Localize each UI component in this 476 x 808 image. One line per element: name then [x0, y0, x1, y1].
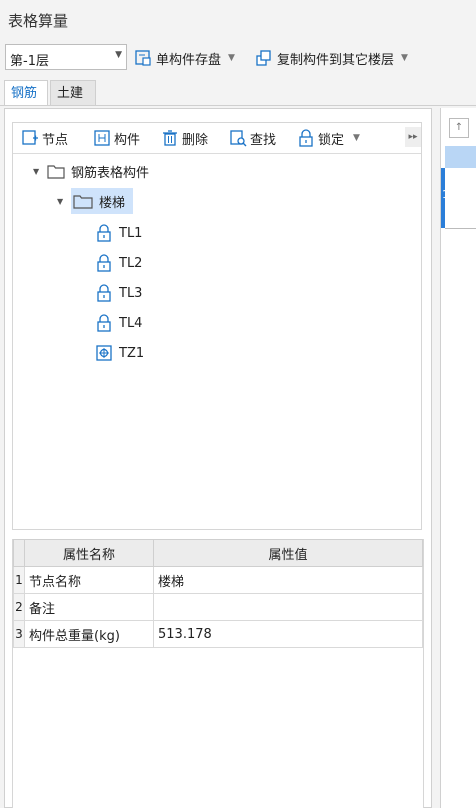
floor-select[interactable]: 第-1层 ▼	[5, 44, 127, 70]
grid-row[interactable]	[445, 168, 476, 229]
tree-item[interactable]: TL2	[95, 251, 142, 275]
component-plus-icon	[96, 345, 112, 361]
grid-row-number: 1	[442, 188, 449, 201]
property-value-cell[interactable]: 楼梯	[153, 566, 423, 594]
tree-item[interactable]: TZ1	[95, 341, 144, 365]
find-label: 查找	[250, 132, 277, 148]
floor-select-value: 第-1层	[10, 54, 49, 69]
save-icon	[135, 50, 151, 66]
tree-group-label: 楼梯	[99, 195, 126, 211]
delete-button[interactable]: 删除	[161, 129, 209, 148]
chevron-down-icon: ▼	[115, 50, 122, 60]
tree-item-label: TL2	[119, 255, 143, 271]
row-index: 2	[13, 593, 25, 621]
dropdown-arrow-icon: ▼	[228, 53, 235, 63]
add-node-icon	[22, 130, 38, 145]
find-button[interactable]: 查找	[229, 129, 277, 148]
grid-header	[445, 146, 476, 168]
tree-item[interactable]: TL3	[95, 281, 142, 305]
find-icon	[230, 130, 247, 147]
save-component-label: 单构件存盘	[156, 52, 222, 68]
property-value-cell[interactable]	[153, 593, 423, 621]
component-label: 构件	[114, 132, 141, 148]
save-component-button[interactable]: 单构件存盘 ▼	[134, 46, 235, 70]
row-index: 3	[13, 620, 25, 648]
lock-icon	[97, 284, 111, 302]
tree-root-label: 钢筋表格构件	[71, 165, 150, 181]
table-row[interactable]: 3 构件总重量(kg) 513.178	[13, 620, 423, 648]
index-header	[13, 539, 25, 567]
properties-panel: 属性名称 属性值 1 节点名称 楼梯 2 备注 3 构件总重量(kg) 513.…	[12, 539, 424, 808]
copy-to-floors-label: 复制构件到其它楼层	[277, 52, 395, 68]
lock-label: 锁定	[318, 132, 345, 148]
property-name-cell: 备注	[24, 593, 154, 621]
table-row[interactable]: 1 节点名称 楼梯	[13, 566, 423, 594]
copy-icon	[256, 50, 271, 66]
lock-icon	[97, 314, 111, 332]
dropdown-arrow-icon: ▼	[353, 133, 360, 143]
tree-root-node[interactable]: ▼ 钢筋表格构件	[33, 159, 149, 183]
tree-item-label: TL4	[119, 315, 143, 331]
tab-bar: 钢筋 土建	[0, 80, 476, 106]
trash-icon	[163, 130, 177, 146]
component-icon	[94, 130, 110, 146]
property-name-header: 属性名称	[24, 539, 154, 567]
folder-icon	[73, 195, 93, 209]
tree-item[interactable]: TL1	[95, 221, 142, 245]
tree-item-label: TL3	[119, 285, 143, 301]
tree-item-label: TL1	[119, 225, 143, 241]
copy-to-floors-button[interactable]: 复制构件到其它楼层 ▼	[255, 46, 408, 70]
add-component-button[interactable]: 构件	[93, 129, 141, 148]
row-index: 1	[13, 566, 25, 594]
property-value-header: 属性值	[153, 539, 423, 567]
lock-icon	[299, 129, 313, 147]
tab-divider	[0, 105, 476, 106]
tree-toolbar: 节点 构件 删除 查找 锁定 ▼ ▸▸	[13, 123, 421, 154]
property-name-cell: 节点名称	[24, 566, 154, 594]
tree-group-node[interactable]: ▼ 楼梯	[57, 188, 134, 214]
properties-table: 属性名称 属性值 1 节点名称 楼梯 2 备注 3 构件总重量(kg) 513.…	[13, 539, 423, 648]
window-title: 表格算量	[8, 12, 69, 30]
add-node-button[interactable]: 节点	[21, 129, 69, 148]
right-grid-panel: ↑ 1	[440, 108, 476, 808]
delete-label: 删除	[182, 132, 209, 148]
lock-icon	[97, 224, 111, 242]
property-name-cell: 构件总重量(kg)	[24, 620, 154, 648]
tab-rebar[interactable]: 钢筋	[4, 80, 48, 106]
move-up-button[interactable]: ↑	[449, 118, 469, 138]
folder-icon	[47, 165, 65, 179]
property-value-cell[interactable]: 513.178	[153, 620, 423, 648]
tab-civil[interactable]: 土建	[50, 80, 96, 106]
more-tools-button[interactable]: ▸▸	[405, 127, 421, 147]
lock-icon	[97, 254, 111, 272]
tree-item-label: TZ1	[119, 345, 145, 361]
node-label: 节点	[42, 132, 69, 148]
collapse-triangle-icon: ▼	[57, 196, 64, 206]
title-bar: 表格算量	[0, 0, 476, 36]
collapse-triangle-icon: ▼	[33, 166, 40, 176]
lock-button[interactable]: 锁定 ▼	[297, 129, 360, 148]
dropdown-arrow-icon: ▼	[401, 53, 408, 63]
component-tree-panel: 节点 构件 删除 查找 锁定 ▼ ▸▸ ▼ 钢筋表格构件 ▼ 楼梯 TL1 TL…	[12, 122, 422, 530]
main-toolbar: 第-1层 ▼ 单构件存盘 ▼ 复制构件到其它楼层 ▼	[0, 40, 476, 76]
tree-item[interactable]: TL4	[95, 311, 142, 335]
tree-group-selection: 楼梯	[71, 188, 134, 214]
table-row[interactable]: 2 备注	[13, 593, 423, 621]
